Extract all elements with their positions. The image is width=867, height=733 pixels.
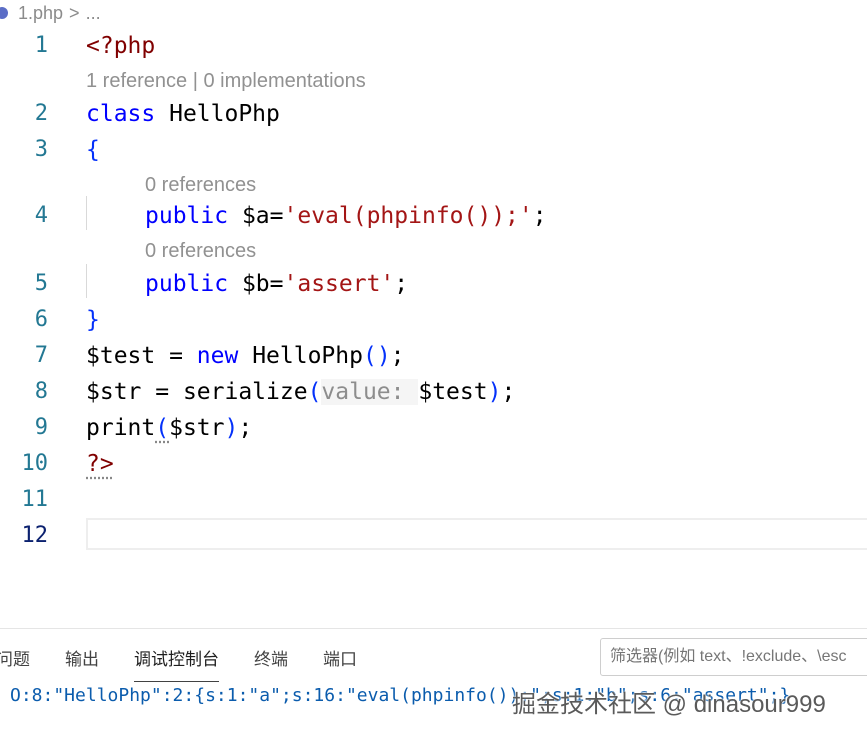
- string-literal: 'assert': [283, 271, 395, 297]
- code-line-10: 10 ?>: [0, 446, 867, 482]
- variable: $str: [86, 379, 142, 405]
- bottom-panel: 问题 输出 调试控制台 终端 端口 筛选器(例如 text、!exclude、\…: [0, 628, 867, 733]
- keyword: new: [196, 343, 239, 369]
- line-number: 7: [34, 343, 48, 368]
- code-line-1: 1 <?php: [0, 28, 867, 64]
- tab-terminal[interactable]: 终端: [254, 637, 288, 678]
- class-name: HelloPhp: [238, 343, 363, 369]
- line-number: 8: [34, 379, 48, 404]
- tab-output[interactable]: 输出: [65, 637, 99, 678]
- code-line-3: 3 {: [0, 132, 867, 168]
- semicolon: ;: [390, 343, 405, 369]
- line-code: class HelloPhp: [86, 96, 280, 132]
- line-number: 10: [21, 451, 49, 476]
- paren: ): [487, 379, 502, 405]
- php-open-tag: <?php: [86, 33, 156, 59]
- tab-problems[interactable]: 问题: [0, 637, 30, 678]
- keyword: public: [145, 271, 229, 297]
- php-file-icon: [0, 7, 8, 19]
- line-number: 1: [34, 33, 48, 58]
- line-code: {: [86, 132, 100, 168]
- code-line-8: 8 $str = serialize(value: $test);: [0, 374, 867, 410]
- code-line-9: 9 print($str);: [0, 410, 867, 446]
- line-number: 11: [21, 487, 49, 512]
- paren: ): [224, 415, 239, 441]
- operator: =: [155, 343, 197, 369]
- panel-tabs: 问题 输出 调试控制台 终端 端口: [0, 629, 392, 685]
- keyword: public: [145, 203, 229, 229]
- filter-input[interactable]: 筛选器(例如 text、!exclude、\esc: [600, 638, 867, 676]
- line-code: $test = new HelloPhp();: [86, 338, 405, 374]
- tab-debug-console[interactable]: 调试控制台: [134, 637, 219, 682]
- paren: (: [307, 379, 322, 405]
- line-number: 3: [34, 137, 48, 162]
- parens: (): [362, 343, 391, 369]
- code-editor[interactable]: 1 <?php 1 reference | 0 implementations …: [0, 28, 867, 563]
- line-code: print($str);: [86, 410, 252, 446]
- code-line-11: 11: [0, 482, 867, 518]
- string-literal: 'eval(phpinfo());': [283, 203, 533, 229]
- tab-ports[interactable]: 端口: [323, 637, 357, 678]
- operator: =: [141, 379, 183, 405]
- line-code: }: [86, 302, 100, 338]
- line-code: public $a='eval(phpinfo());';: [145, 198, 547, 234]
- variable: $a: [228, 203, 270, 229]
- semicolon: ;: [532, 203, 547, 229]
- codelens-class-references[interactable]: 1 reference | 0 implementations: [86, 66, 366, 96]
- line-number: 6: [34, 307, 48, 332]
- paren: (: [155, 415, 170, 441]
- function-name: serialize: [182, 379, 308, 405]
- watermark: 掘金技术社区 @ dinasour999: [512, 691, 826, 718]
- semicolon: ;: [501, 379, 516, 405]
- operator: =: [269, 203, 284, 229]
- keyword: class: [86, 101, 156, 127]
- argument: $str: [169, 415, 225, 441]
- line-number: 4: [34, 203, 48, 228]
- chevron-right-icon: >: [69, 2, 80, 23]
- line-code: public $b='assert';: [145, 266, 408, 302]
- argument: $test: [418, 379, 488, 405]
- php-close-tag: ?>: [86, 451, 114, 477]
- line-number: 12: [21, 523, 49, 548]
- codelens-prop-b-references[interactable]: 0 references: [145, 236, 256, 266]
- brace: }: [86, 307, 100, 333]
- operator: =: [269, 271, 284, 297]
- line-number: 5: [34, 271, 48, 296]
- code-line-4: 4 public $a='eval(phpinfo());';: [0, 198, 867, 234]
- brace: {: [86, 137, 100, 163]
- codelens-prop-a-references[interactable]: 0 references: [145, 170, 256, 200]
- semicolon: ;: [394, 271, 409, 297]
- semicolon: ;: [238, 415, 253, 441]
- breadcrumb-file[interactable]: 1.php: [18, 3, 63, 24]
- line-number: 9: [34, 415, 48, 440]
- line-number: 2: [34, 101, 48, 126]
- line-code: <?php: [86, 28, 155, 64]
- code-line-6: 6 }: [0, 302, 867, 338]
- line-code: $str = serialize(value: $test);: [86, 374, 515, 410]
- line-code: ?>: [86, 446, 114, 482]
- code-line-7: 7 $test = new HelloPhp();: [0, 338, 867, 374]
- function-name: print: [86, 415, 156, 441]
- code-line-5: 5 public $b='assert';: [0, 266, 867, 302]
- variable: $b: [228, 271, 270, 297]
- code-line-12: 12: [0, 518, 867, 554]
- class-name: HelloPhp: [155, 101, 280, 127]
- breadcrumb: 1.php > ...: [0, 0, 867, 26]
- variable: $test: [86, 343, 156, 369]
- parameter-inlay-hint: value:: [321, 379, 419, 405]
- breadcrumb-more[interactable]: ...: [86, 3, 101, 24]
- code-line-2: 2 class HelloPhp: [0, 96, 867, 132]
